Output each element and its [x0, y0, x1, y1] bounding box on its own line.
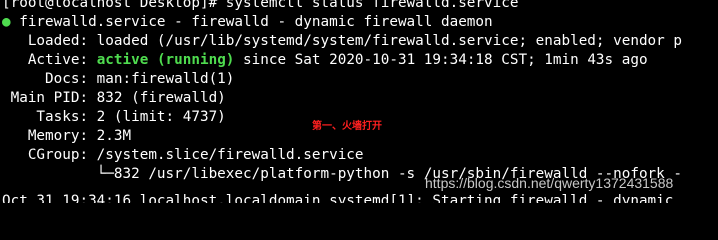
- unit-line: ● firewalld.service - firewalld - dynami…: [2, 13, 493, 32]
- prompt-line: [root@localhost Desktop]# systemctl stat…: [2, 0, 519, 11]
- cgroup-line: CGroup: /system.slice/firewalld.service: [2, 147, 364, 163]
- terminal-window[interactable]: [root@localhost Desktop]# systemctl stat…: [0, 0, 718, 203]
- active-since: since Sat 2020-10-31 19:34:18 CST; 1min …: [234, 52, 648, 68]
- unit-description: firewalld.service - firewalld - dynamic …: [10, 14, 493, 30]
- loaded-line: Loaded: loaded (/usr/lib/systemd/system/…: [2, 33, 682, 49]
- red-annotation: 第一、火墙打开: [312, 121, 382, 132]
- mainpid-line: Main PID: 832 (firewalld): [2, 90, 226, 106]
- watermark: https://blog.csdn.net/qwerty1372431588: [425, 175, 674, 191]
- active-line: Active: active (running) since Sat 2020-…: [2, 51, 648, 70]
- active-label: Active:: [2, 52, 97, 68]
- log-line: Oct 31 19:34:16 localhost.localdomain sy…: [2, 193, 674, 203]
- active-state: active (running): [96, 52, 235, 68]
- status-bullet-icon: ●: [2, 14, 11, 30]
- memory-line: Memory: 2.3M: [2, 128, 132, 144]
- tasks-line: Tasks: 2 (limit: 4737): [2, 109, 226, 125]
- docs-line: Docs: man:firewalld(1): [2, 71, 235, 87]
